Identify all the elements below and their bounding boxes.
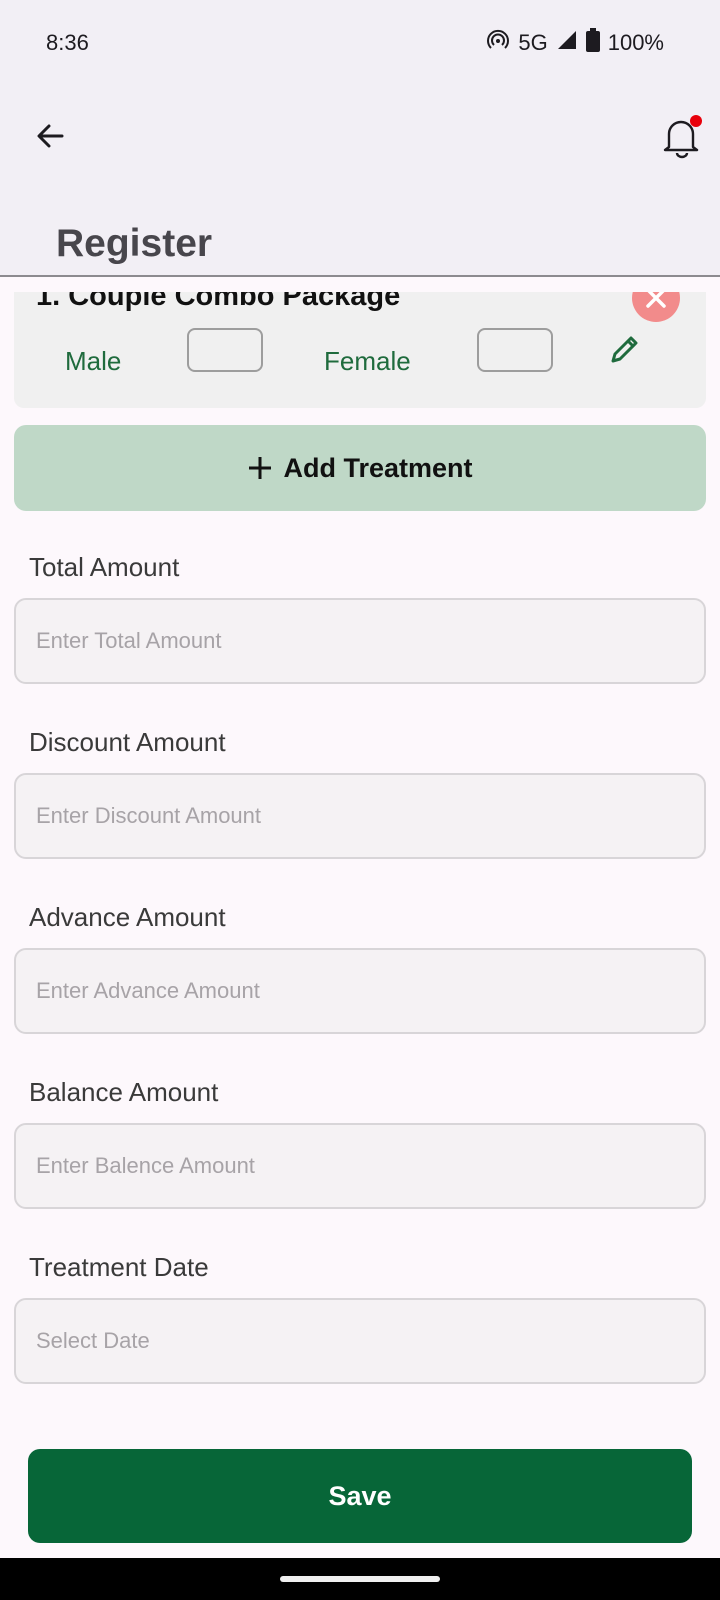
treatment-date-picker[interactable]: Select Date xyxy=(14,1298,706,1384)
male-label: Male xyxy=(65,346,122,376)
treatment-name: 1. Couple Combo Package xyxy=(36,292,401,312)
edit-treatment-button[interactable] xyxy=(604,330,644,370)
female-label: Female xyxy=(324,346,411,376)
male-count-field[interactable] xyxy=(187,328,263,372)
system-nav-bar xyxy=(0,1558,720,1600)
total-amount-label: Total Amount xyxy=(29,552,180,582)
back-button[interactable] xyxy=(28,114,72,158)
page-title: Register xyxy=(56,222,213,265)
pencil-icon xyxy=(611,336,638,363)
total-amount-input[interactable]: Enter Total Amount xyxy=(14,598,706,684)
app-bar: Register xyxy=(0,88,720,277)
bell-icon xyxy=(663,115,702,159)
advance-amount-label: Advance Amount xyxy=(29,902,226,932)
battery-icon xyxy=(585,28,600,58)
save-button[interactable]: Save xyxy=(28,1449,692,1543)
discount-amount-input[interactable]: Enter Discount Amount xyxy=(14,773,706,859)
balance-amount-input[interactable]: Enter Balence Amount xyxy=(14,1123,706,1209)
advance-amount-input[interactable]: Enter Advance Amount xyxy=(14,948,706,1034)
add-treatment-label: Add Treatment xyxy=(283,452,473,483)
home-gesture-handle[interactable] xyxy=(280,1576,440,1582)
network-type: 5G xyxy=(518,30,548,55)
form-scroll-area[interactable]: 1. Couple Combo Package Male Female Add … xyxy=(0,292,720,1557)
add-treatment-button[interactable]: Add Treatment xyxy=(14,425,706,511)
remove-treatment-button[interactable] xyxy=(632,292,680,322)
arrow-left-icon xyxy=(37,124,64,148)
discount-amount-label: Discount Amount xyxy=(29,727,226,757)
treatment-date-label: Treatment Date xyxy=(29,1252,209,1282)
plus-icon xyxy=(249,457,272,479)
hotspot-icon xyxy=(486,28,510,58)
signal-icon xyxy=(556,29,578,57)
balance-amount-label: Balance Amount xyxy=(29,1077,219,1107)
notifications-button[interactable] xyxy=(656,110,708,162)
close-icon xyxy=(646,292,666,308)
battery-level: 100% xyxy=(607,30,664,55)
female-count-field[interactable] xyxy=(477,328,553,372)
treatment-card: 1. Couple Combo Package Male Female xyxy=(14,292,706,408)
status-bar: 8:36 5G 100% xyxy=(0,0,720,88)
status-indicators: 5G 100% xyxy=(486,28,664,58)
status-time: 8:36 xyxy=(46,30,89,55)
